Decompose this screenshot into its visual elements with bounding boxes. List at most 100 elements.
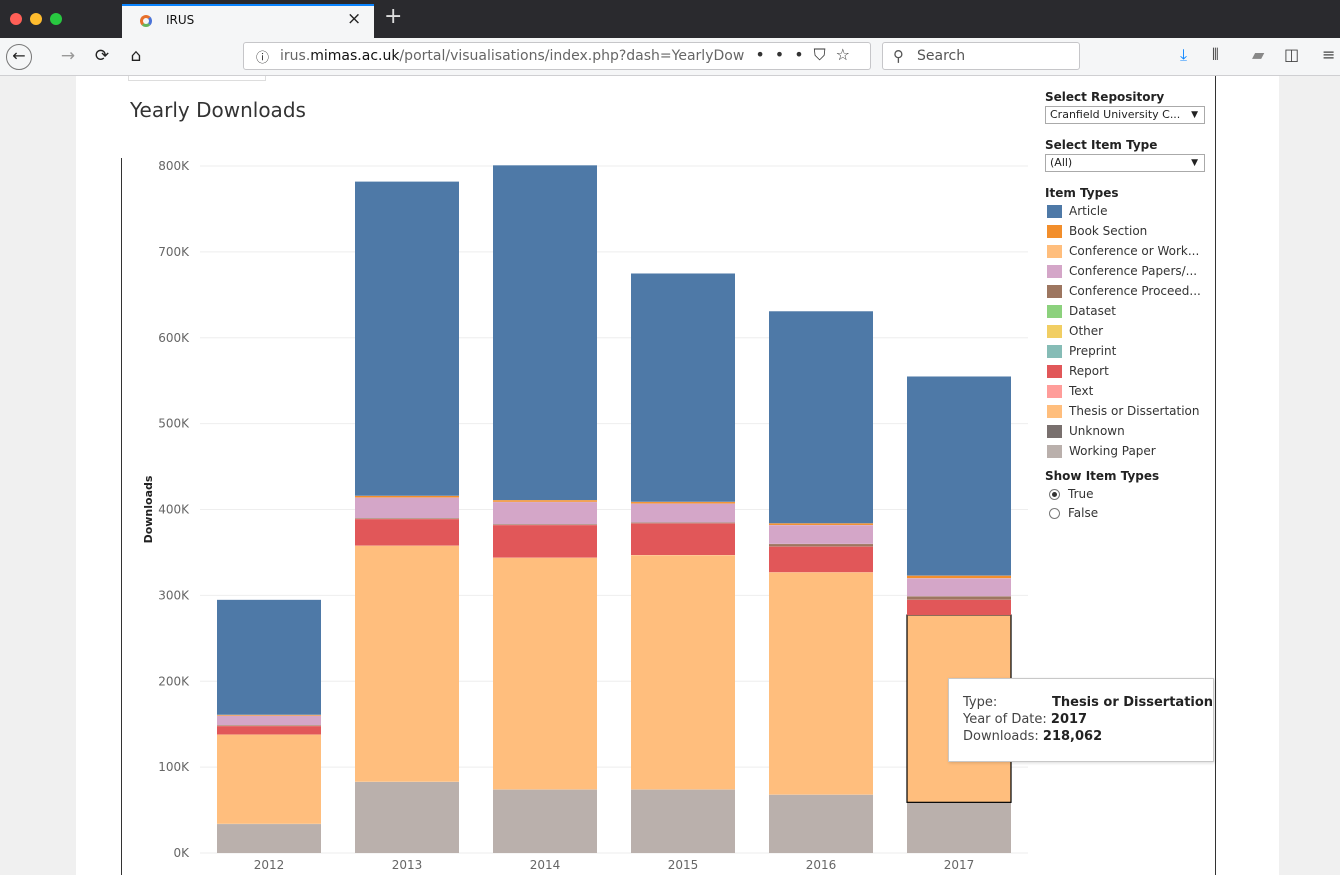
legend-label: Dataset (1069, 304, 1116, 318)
legend-item[interactable]: Unknown (1045, 423, 1215, 443)
legend-swatch (1047, 265, 1062, 278)
item-type-select[interactable]: (All) ▼ (1045, 154, 1205, 172)
repository-select[interactable]: Cranfield University C... ▼ (1045, 106, 1205, 124)
legend-title: Item Types (1045, 186, 1119, 200)
reader-icon[interactable]: ▰ (1252, 45, 1264, 64)
legend-item[interactable]: Text (1045, 383, 1215, 403)
legend-swatch (1047, 205, 1062, 218)
tab-close-icon[interactable]: × (347, 9, 361, 29)
bar-tooltip: Type: Thesis or Dissertation Year of Date… (948, 678, 1214, 762)
x-tick-label: 2016 (806, 858, 837, 872)
legend-swatch (1047, 325, 1062, 338)
bar-segment (769, 311, 873, 524)
y-tick-label: 800K (158, 159, 190, 173)
legend-label: Article (1069, 204, 1108, 218)
home-button[interactable]: ⌂ (124, 38, 148, 74)
legend-swatch (1047, 305, 1062, 318)
dashboard-page: Yearly Downloads 0K 100K 200K 300K 400K 500K 6… (76, 76, 1279, 875)
legend-swatch (1047, 245, 1062, 258)
bar-segment (493, 557, 597, 790)
bar-segment (493, 524, 597, 558)
bar-segment (217, 734, 321, 824)
page-actions-icon[interactable]: ••• (755, 45, 813, 64)
legend-label: Text (1069, 384, 1094, 398)
y-tick-label: 200K (158, 674, 190, 688)
bar-segment (907, 575, 1011, 579)
search-placeholder: Search (917, 48, 966, 64)
legend-swatch (1047, 405, 1062, 418)
x-tick-label: 2013 (392, 858, 423, 872)
y-tick-label: 300K (158, 588, 190, 602)
library-icon[interactable]: ⫴ (1212, 45, 1219, 65)
legend-label: Report (1069, 364, 1109, 378)
bar-segment (355, 497, 459, 519)
bar-segment (355, 781, 459, 853)
legend-item[interactable]: Working Paper (1045, 443, 1215, 463)
legend-item[interactable]: Conference Papers/... (1045, 263, 1215, 283)
legend-item[interactable]: Report (1045, 363, 1215, 383)
y-tick-label: 600K (158, 331, 190, 345)
legend-label: Other (1069, 324, 1104, 338)
url-text[interactable]: irus.mimas.ac.uk/portal/visualisations/i… (280, 48, 750, 64)
legend-item[interactable]: Article (1045, 203, 1215, 223)
legend-item[interactable]: Other (1045, 323, 1215, 343)
bar-segment (217, 725, 321, 735)
chevron-down-icon: ▼ (1191, 110, 1198, 120)
bookmark-star-icon[interactable]: ☆ (836, 45, 860, 64)
forward-button[interactable]: → (56, 38, 80, 74)
new-tab-button[interactable]: + (384, 4, 402, 29)
y-tick-label: 500K (158, 417, 190, 431)
bar-segment (631, 523, 735, 556)
site-info-icon[interactable]: ⓘ (256, 47, 269, 66)
bar-segment (907, 578, 1011, 597)
radio-unchecked-icon[interactable] (1049, 508, 1060, 519)
legend-label: Conference Proceed... (1069, 284, 1201, 298)
browser-titlebar: IRUS × + (0, 0, 1340, 38)
bar-segment (907, 599, 1011, 616)
bar-segment (631, 503, 735, 523)
legend-item[interactable]: Conference Proceed... (1045, 283, 1215, 303)
radio-checked-icon[interactable] (1049, 489, 1060, 500)
bar-segment (355, 545, 459, 782)
minimize-window-button[interactable] (30, 13, 42, 25)
item-type-filter-label: Select Item Type (1045, 138, 1158, 152)
legend-item[interactable]: Conference or Work... (1045, 243, 1215, 263)
show-true-radio[interactable]: True (1045, 486, 1215, 505)
legend-item[interactable]: Dataset (1045, 303, 1215, 323)
sidebar-icon[interactable]: ◫ (1284, 45, 1299, 64)
tooltip-type-row: Type: Thesis or Dissertation (963, 695, 1214, 710)
url-bar[interactable]: ⓘ irus.mimas.ac.uk/portal/visualisations… (243, 42, 871, 70)
tooltip-downloads-row: Downloads: 218,062 (963, 729, 1103, 744)
browser-tab-irus[interactable]: IRUS × (122, 4, 374, 38)
legend-item[interactable]: Preprint (1045, 343, 1215, 363)
legend-label: Preprint (1069, 344, 1117, 358)
x-tick-label: 2012 (254, 858, 285, 872)
bar-segment (493, 501, 597, 525)
menu-icon[interactable]: ≡ (1322, 45, 1335, 64)
bar-segment (907, 596, 1011, 600)
bar-segment (631, 555, 735, 790)
close-window-button[interactable] (10, 13, 22, 25)
legend-swatch (1047, 225, 1062, 238)
reload-button[interactable]: ⟳ (90, 38, 114, 74)
legend-label: Conference or Work... (1069, 244, 1200, 258)
show-false-radio[interactable]: False (1045, 505, 1215, 524)
legend-swatch (1047, 445, 1062, 458)
bar-segment (769, 524, 873, 544)
repository-filter-label: Select Repository (1045, 90, 1165, 104)
irus-favicon-icon (140, 15, 152, 27)
y-tick-label: 400K (158, 503, 190, 517)
bar-segment (769, 543, 873, 547)
x-tick-label: 2014 (530, 858, 561, 872)
download-icon[interactable]: ⤓ (1180, 45, 1187, 65)
yearly-downloads-chart: 0K 100K 200K 300K 400K 500K 600K 700K 800K Downlo… (142, 159, 1028, 872)
back-button[interactable]: ← (6, 44, 32, 70)
legend-item[interactable]: Thesis or Dissertation (1045, 403, 1215, 423)
pocket-icon[interactable]: ⛉ (814, 45, 836, 64)
bar-segment (493, 789, 597, 853)
zoom-window-button[interactable] (50, 13, 62, 25)
search-input[interactable]: ⚲ Search (882, 42, 1080, 70)
legend-label: Thesis or Dissertation (1069, 404, 1200, 418)
legend-item[interactable]: Book Section (1045, 223, 1215, 243)
legend-swatch (1047, 365, 1062, 378)
